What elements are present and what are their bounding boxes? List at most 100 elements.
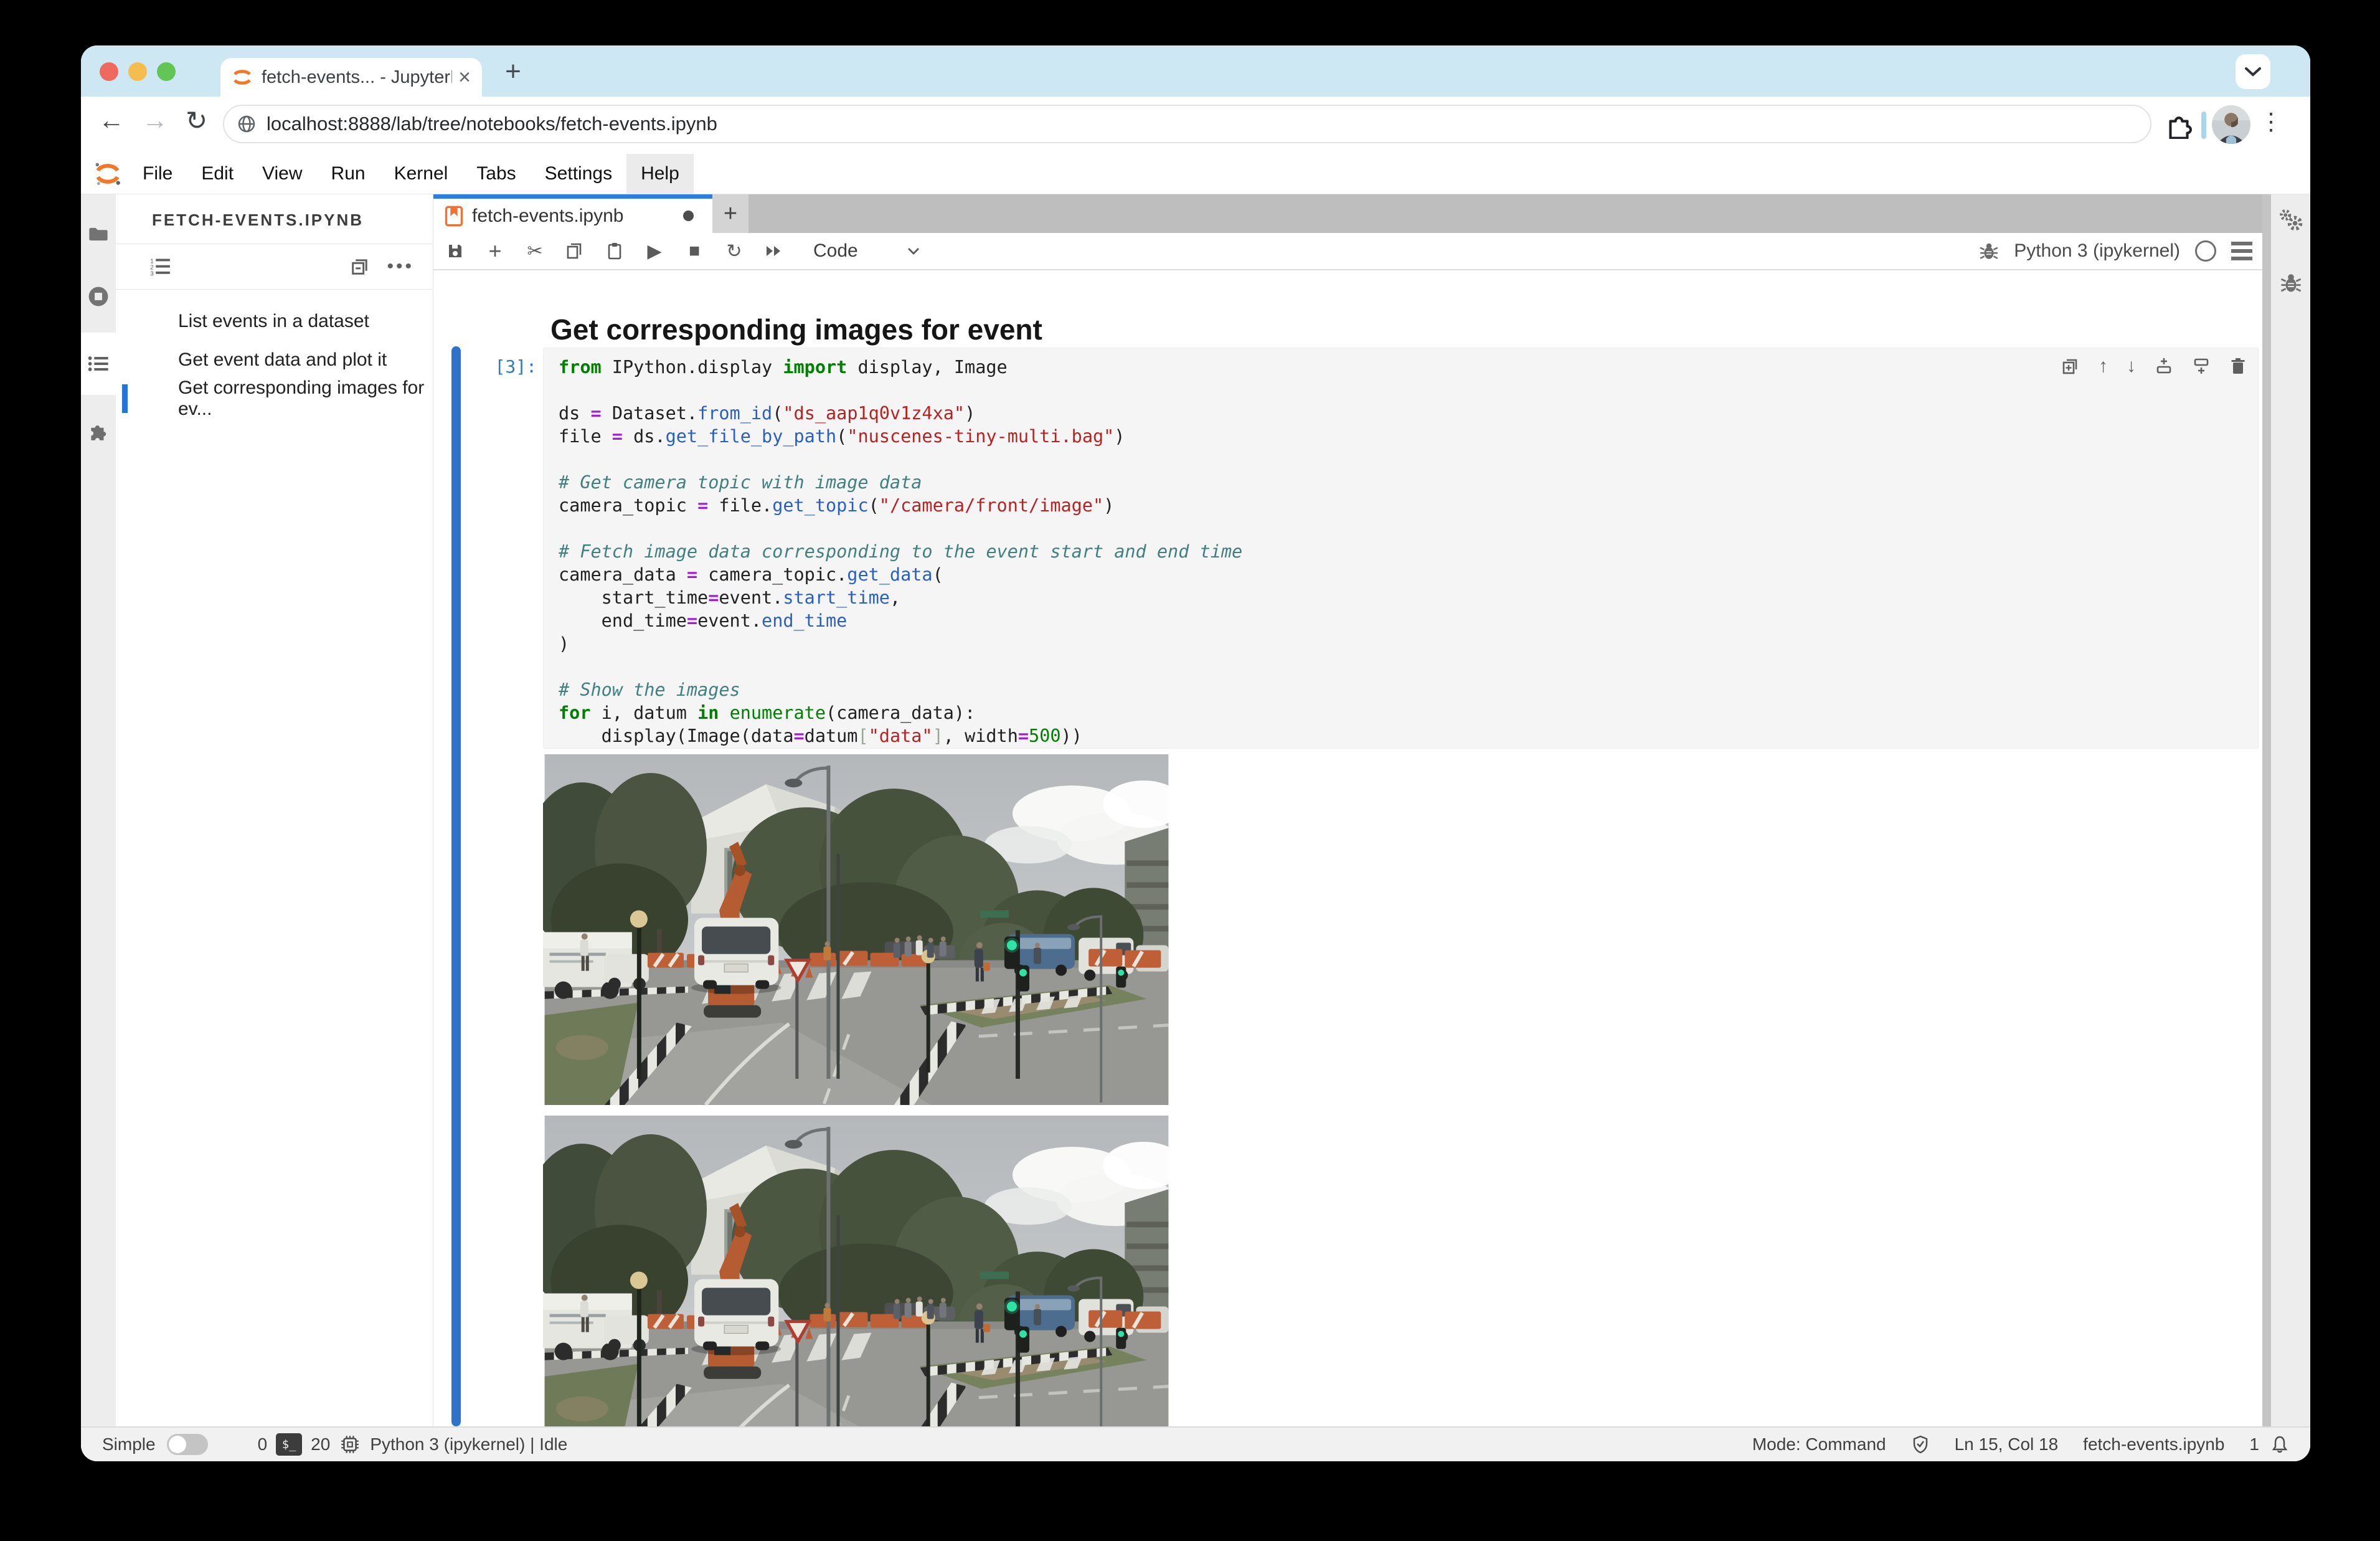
delete-cell-icon[interactable] <box>2229 357 2247 376</box>
notifications-count[interactable]: 1 <box>2249 1434 2259 1454</box>
section-heading: Get corresponding images for event <box>550 313 1042 346</box>
menu-item-kernel[interactable]: Kernel <box>380 154 463 194</box>
forward-button[interactable]: → <box>142 105 168 135</box>
activity-bar <box>81 194 116 1426</box>
cut-cells-button[interactable]: ✂ <box>524 240 545 262</box>
menu-item-help[interactable]: Help <box>626 154 694 194</box>
jupyterlab-app: FileEditViewRunKernelTabsSettingsHelp <box>81 154 2310 1461</box>
notebook-tab[interactable]: fetch-events.ipynb <box>433 194 712 233</box>
insert-cell-above-icon[interactable] <box>2155 357 2173 376</box>
add-cell-button[interactable]: + <box>484 238 506 264</box>
output-image-1 <box>543 754 1170 1105</box>
menu-item-tabs[interactable]: Tabs <box>462 154 530 194</box>
move-cell-down-icon[interactable]: ↓ <box>2127 356 2136 377</box>
new-tab-button[interactable]: + <box>497 55 529 88</box>
window-zoom-button[interactable] <box>157 62 176 81</box>
toc-list: List events in a dataset Get event data a… <box>116 290 433 418</box>
toolbar-menu-icon[interactable] <box>2231 242 2252 260</box>
bell-icon[interactable] <box>2270 1434 2289 1454</box>
browser-menu-icon[interactable]: ⋮ <box>2259 108 2283 136</box>
terminals-count[interactable]: 0 <box>258 1434 268 1454</box>
window-minimize-button[interactable] <box>128 62 147 81</box>
paste-cells-button[interactable] <box>604 242 625 260</box>
code-editor[interactable]: from IPython.display import display, Ima… <box>559 356 2258 747</box>
sidebar-item-running[interactable] <box>81 265 116 328</box>
property-inspector-icon[interactable] <box>2277 208 2305 233</box>
code-line: start_time=event.start_time, <box>559 586 2258 609</box>
cell-type-dropdown[interactable]: Code <box>813 240 920 262</box>
restart-kernel-button[interactable]: ↻ <box>724 240 745 262</box>
address-bar[interactable]: localhost:8888/lab/tree/notebooks/fetch-… <box>223 105 2151 143</box>
menu-item-edit[interactable]: Edit <box>187 154 248 194</box>
statusbar-filename: fetch-events.ipynb <box>2083 1434 2224 1454</box>
notebook-scrollbar[interactable] <box>2262 194 2271 1426</box>
fast-forward-icon <box>764 242 784 260</box>
simple-mode-toggle[interactable] <box>167 1434 208 1455</box>
mode-indicator[interactable]: Mode: Command <box>1752 1434 1886 1454</box>
browser-tab[interactable]: fetch-events... - JupyterLab × <box>220 58 482 97</box>
menu-item-settings[interactable]: Settings <box>531 154 626 194</box>
collapse-all-icon[interactable] <box>349 256 371 277</box>
copy-cells-button[interactable] <box>564 242 585 260</box>
status-bar: Simple 0 $_ 20 Python 3 (ipykernel) | Id… <box>81 1426 2310 1461</box>
svg-text:3: 3 <box>150 271 154 277</box>
unsaved-changes-dot[interactable] <box>683 211 694 221</box>
jupyterlab-menubar: FileEditViewRunKernelTabsSettingsHelp <box>81 154 2310 194</box>
notebook-scroll-area[interactable]: Get corresponding images for event [3]: … <box>433 270 2262 1426</box>
menu-item-view[interactable]: View <box>248 154 316 194</box>
cursor-position[interactable]: Ln 15, Col 18 <box>1955 1434 2059 1454</box>
insert-cell-below-icon[interactable] <box>2192 357 2211 376</box>
toc-item[interactable]: Get event data and plot it <box>116 341 433 379</box>
tab-close-icon[interactable]: × <box>458 65 471 90</box>
trust-shield-icon[interactable] <box>1911 1434 1930 1454</box>
toc-icon <box>87 353 110 374</box>
move-cell-up-icon[interactable]: ↑ <box>2099 356 2108 377</box>
save-button[interactable] <box>445 242 466 260</box>
code-line: end_time=event.end_time <box>559 609 2258 632</box>
browser-toolbar: ← → ↻ localhost:8888/lab/tree/notebooks/… <box>81 97 2310 154</box>
more-options-icon[interactable]: ••• <box>387 256 414 277</box>
duplicate-cell-icon[interactable] <box>2061 357 2080 376</box>
code-line: camera_data = camera_topic.get_data( <box>559 563 2258 586</box>
paste-icon <box>605 242 624 260</box>
back-button[interactable]: ← <box>98 105 125 135</box>
profile-avatar[interactable] <box>2212 105 2250 144</box>
tab-search-button[interactable] <box>2236 54 2270 89</box>
sidebar-item-extensions[interactable] <box>81 400 116 462</box>
kernel-name[interactable]: Python 3 (ipykernel) <box>2014 240 2180 262</box>
terminal-icon: $_ <box>276 1433 302 1456</box>
kernels-count[interactable]: 20 <box>311 1434 330 1454</box>
toc-item[interactable]: List events in a dataset <box>116 302 433 341</box>
site-info-icon[interactable] <box>237 114 257 134</box>
code-cell[interactable]: from IPython.display import display, Ima… <box>543 348 2259 749</box>
extensions-icon[interactable] <box>2165 110 2193 139</box>
kernel-status-text[interactable]: Python 3 (ipykernel) | Idle <box>370 1434 567 1454</box>
notebook-file-icon <box>445 206 463 227</box>
menu-item-run[interactable]: Run <box>317 154 380 194</box>
copy-icon <box>565 242 584 260</box>
debugger-sidebar-icon[interactable] <box>2280 272 2302 294</box>
code-line: ) <box>559 632 2258 655</box>
sidebar-item-file-browser[interactable] <box>81 203 116 265</box>
reload-button[interactable]: ↻ <box>186 105 207 136</box>
code-line: display(Image(data=datum["data"], width=… <box>559 724 2258 747</box>
restart-run-all-button[interactable] <box>763 242 785 260</box>
window-close-button[interactable] <box>100 62 118 81</box>
kernel-status-icon[interactable] <box>2195 240 2216 262</box>
chevron-down-icon <box>907 247 920 255</box>
code-line <box>559 517 2258 540</box>
toolbar-divider <box>2201 111 2206 139</box>
active-cell-indicator[interactable] <box>451 346 461 1426</box>
menu-item-file[interactable]: File <box>128 154 187 194</box>
sidebar-item-toc[interactable] <box>81 333 116 395</box>
menu-items: FileEditViewRunKernelTabsSettingsHelp <box>128 154 694 194</box>
new-launcher-button[interactable]: + <box>712 194 748 233</box>
numbered-list-icon[interactable]: 1 2 3 <box>149 257 171 277</box>
chevron-down-icon <box>2244 66 2262 77</box>
toc-item[interactable]: Get corresponding images for ev... <box>116 379 433 418</box>
toc-item-label: Get event data and plot it <box>178 349 387 371</box>
run-cell-button[interactable]: ▶ <box>644 240 665 262</box>
interrupt-kernel-button[interactable]: ■ <box>684 240 705 262</box>
code-line: ds = Dataset.from_id("ds_aap1q0v1z4xa") <box>559 402 2258 425</box>
debugger-bug-icon[interactable] <box>1979 241 1999 261</box>
